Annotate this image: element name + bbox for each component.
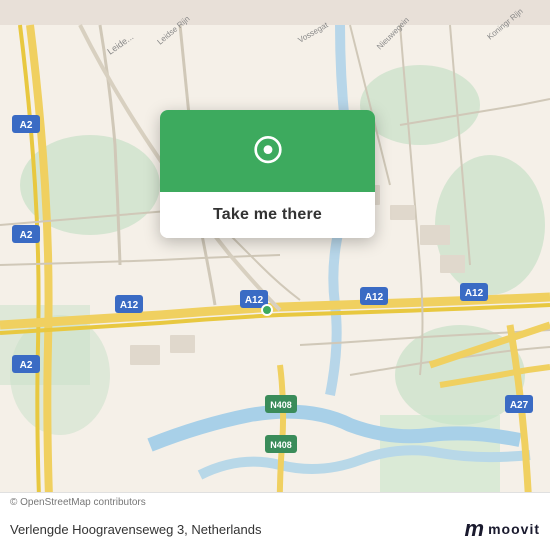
address-row: Verlengde Hoogravenseweg 3, Netherlands …	[0, 510, 550, 550]
address-text: Verlengde Hoogravenseweg 3, Netherlands	[10, 522, 262, 537]
svg-text:N408: N408	[270, 440, 292, 450]
moovit-brand-text: moovit	[488, 521, 540, 537]
svg-text:A12: A12	[120, 300, 139, 311]
map-container: A2 A2 A2 A12 A12 A12 A12 N408 N408 A27 L…	[0, 0, 550, 550]
moovit-m-letter: m	[465, 516, 485, 542]
svg-text:A2: A2	[20, 230, 33, 241]
svg-text:N408: N408	[270, 400, 292, 410]
svg-text:A2: A2	[20, 360, 33, 371]
svg-text:A2: A2	[20, 120, 33, 131]
moovit-logo: m moovit	[465, 516, 540, 542]
copyright-text: © OpenStreetMap contributors	[10, 497, 146, 508]
bottom-info-bar: © OpenStreetMap contributors Verlengde H…	[0, 492, 550, 550]
svg-text:A27: A27	[510, 400, 529, 411]
copyright-row: © OpenStreetMap contributors	[0, 492, 550, 510]
location-pin-icon	[246, 132, 290, 176]
svg-text:A12: A12	[465, 288, 484, 299]
popup-card: Take me there	[160, 110, 375, 238]
popup-header	[160, 110, 375, 192]
svg-text:A12: A12	[245, 295, 264, 306]
take-me-there-button[interactable]: Take me there	[160, 192, 375, 238]
svg-text:A12: A12	[365, 292, 384, 303]
map-background: A2 A2 A2 A12 A12 A12 A12 N408 N408 A27 L…	[0, 0, 550, 550]
